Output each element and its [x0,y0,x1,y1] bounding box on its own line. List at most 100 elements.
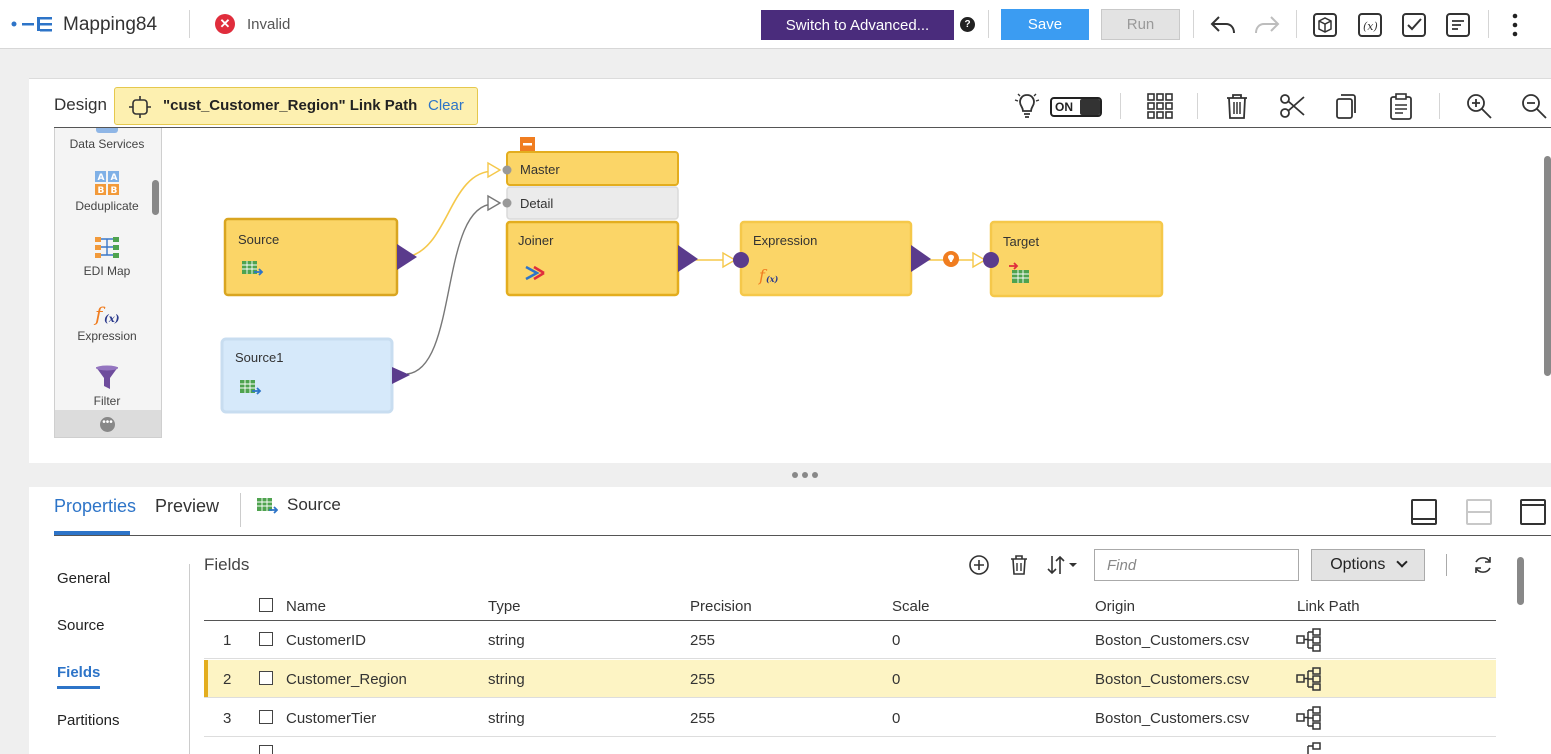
link-path-bulb-icon[interactable] [943,251,959,267]
canvas-scrollbar[interactable] [1544,156,1551,376]
column-header-scale[interactable]: Scale [892,598,930,615]
node-label-target: Target [1003,234,1040,249]
node-label-master: Master [520,162,560,177]
options-label: Options [1330,556,1386,573]
options-dropdown-button[interactable]: Options [1311,549,1425,581]
divider [1296,10,1297,38]
table-row-partial[interactable] [204,738,1496,754]
row-number: 2 [223,671,232,688]
undo-icon[interactable] [1208,10,1238,40]
chevron-down-icon [1396,556,1408,568]
row-checkbox[interactable] [259,745,273,754]
divider [189,564,190,754]
delete-field-icon[interactable] [1007,553,1031,577]
divider [1446,554,1447,576]
node-label-source1: Source1 [235,350,284,365]
row-number: 3 [223,710,232,727]
field-name: CustomerID [286,632,367,649]
design-panel: Design "cust_Customer_Region" Link Path … [29,78,1551,463]
link-path-tree-icon[interactable] [1296,742,1322,754]
svg-text:(x): (x) [1363,20,1378,33]
table-row[interactable]: 3 CustomerTier string 255 0 Boston_Custo… [204,699,1496,737]
mapping-title[interactable]: Mapping84 [63,14,157,36]
field-scale: 0 [892,671,901,688]
field-origin: Boston_Customers.csv [1095,632,1250,649]
divider [240,493,241,527]
grid-header: Name Type Precision Scale Origin Link Pa… [204,591,1496,621]
side-nav-active-indicator [57,686,100,689]
link-source1-to-detail[interactable] [406,203,495,375]
field-origin: Boston_Customers.csv [1095,671,1250,688]
row-checkbox[interactable] [259,710,273,724]
node-label-expression: Expression [753,233,818,248]
help-icon[interactable]: ? [960,17,975,32]
layout-top-panel-icon[interactable] [1520,499,1546,525]
side-nav-partitions[interactable]: Partitions [57,712,120,729]
node-label-source: Source [238,232,280,247]
node-joiner[interactable] [487,137,698,297]
node-label-detail: Detail [520,196,554,211]
properties-panel: Properties Preview Source General Source… [29,487,1551,754]
add-field-icon[interactable] [967,553,991,577]
table-row[interactable]: 2 Customer_Region string 255 0 Boston_Cu… [204,660,1496,698]
field-scale: 0 [892,632,901,649]
validation-status: Invalid [247,16,291,33]
switch-to-advanced-button[interactable]: Switch to Advanced... [761,10,954,40]
side-nav-fields[interactable]: Fields [57,664,100,681]
source-object-icon [257,498,278,514]
divider [189,10,190,38]
validate-check-icon[interactable] [1399,10,1429,40]
parameters-icon[interactable] [1443,10,1473,40]
more-vertical-icon[interactable] [1500,10,1530,40]
row-checkbox[interactable] [259,671,273,685]
layout-split-panel-icon[interactable] [1466,499,1492,525]
field-type: string [488,671,525,688]
field-name: Customer_Region [286,671,407,688]
link-source-to-master[interactable] [406,170,495,258]
link-path-tree-icon[interactable] [1296,667,1322,691]
field-name: CustomerTier [286,710,377,727]
mapping-canvas[interactable]: f (x) [29,79,1551,464]
column-header-name[interactable]: Name [286,598,326,615]
sort-icon[interactable] [1045,553,1081,577]
row-checkbox[interactable] [259,632,273,646]
refresh-icon[interactable] [1471,553,1495,577]
field-origin: Boston_Customers.csv [1095,710,1250,727]
node-target[interactable] [972,220,1164,298]
table-row[interactable]: 1 CustomerID string 255 0 Boston_Custome… [204,621,1496,659]
side-nav-source[interactable]: Source [57,617,105,634]
field-precision: 255 [690,671,716,688]
select-all-checkbox[interactable] [259,598,273,612]
node-source[interactable] [223,217,417,297]
error-icon: ✕ [215,14,235,34]
link-path-tree-icon[interactable] [1296,628,1322,652]
column-header-link-path[interactable]: Link Path [1297,598,1360,615]
divider [1193,10,1194,38]
tabs-divider [54,535,1551,536]
field-scale: 0 [892,710,901,727]
save-button[interactable]: Save [1001,9,1089,40]
node-label-joiner: Joiner [518,233,554,248]
redo-icon[interactable] [1252,10,1282,40]
field-type: string [488,710,525,727]
object-cube-icon[interactable] [1310,10,1340,40]
panel-resize-handle[interactable] [790,470,820,480]
column-header-origin[interactable]: Origin [1095,598,1135,615]
properties-scrollbar[interactable] [1517,557,1524,605]
selected-object-name: Source [287,495,341,514]
side-nav-general[interactable]: General [57,570,110,587]
column-header-type[interactable]: Type [488,598,521,615]
layout-bottom-panel-icon[interactable] [1411,499,1437,525]
run-button[interactable]: Run [1101,9,1180,40]
column-header-precision[interactable]: Precision [690,598,752,615]
field-type: string [488,632,525,649]
mapping-logo-icon [11,17,52,32]
svg-text:(x): (x) [766,274,779,284]
link-path-tree-icon[interactable] [1296,706,1322,730]
row-number: 1 [223,632,232,649]
top-bar: Mapping84 ✕ Invalid Switch to Advanced..… [0,0,1551,49]
tab-properties[interactable]: Properties [54,496,136,517]
tab-preview[interactable]: Preview [155,496,219,517]
function-icon[interactable]: (x) [1355,10,1385,40]
find-fields-input[interactable] [1094,549,1299,581]
